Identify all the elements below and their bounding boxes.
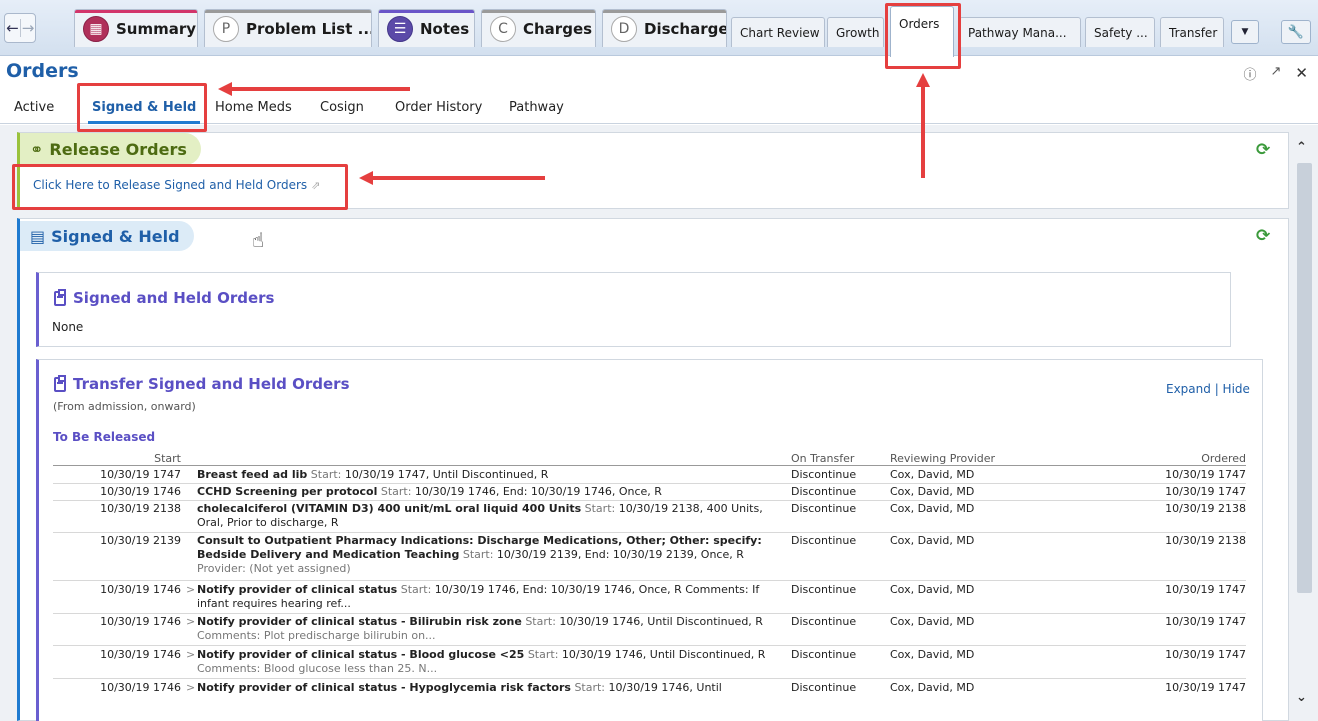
- subtab-cosign[interactable]: Cosign: [320, 100, 364, 115]
- annotation-arrow: [232, 87, 410, 91]
- tab-charges[interactable]: C Charges: [481, 9, 596, 47]
- scrollbar-thumb[interactable]: [1297, 163, 1312, 593]
- signed-held-orders-title: Signed and Held Orders: [54, 288, 274, 307]
- back-forward-button[interactable]: ← →: [4, 13, 36, 43]
- arrow-left-icon: [359, 171, 373, 185]
- problem-list-letter-icon: P: [213, 15, 239, 42]
- scroll-down-icon[interactable]: ⌄: [1296, 690, 1307, 705]
- chevron-right-icon[interactable]: >: [186, 648, 195, 662]
- refresh-icon[interactable]: ⟳: [1256, 140, 1270, 160]
- workspace-tab-bar: ← → ▦ Summary P Problem List ... ☰ Notes …: [0, 0, 1318, 57]
- col-on-transfer: On Transfer: [791, 452, 855, 465]
- tab-safety[interactable]: Safety ...: [1085, 17, 1155, 47]
- col-reviewing-provider: Reviewing Provider: [890, 452, 996, 465]
- subtab-order-history[interactable]: Order History: [395, 100, 482, 115]
- annotation-arrow: [373, 176, 545, 180]
- clipboard-icon: [54, 288, 66, 306]
- refresh-icon[interactable]: ⟳: [1256, 226, 1270, 246]
- transfer-orders-title: Transfer Signed and Held Orders: [54, 374, 350, 393]
- tab-discharge[interactable]: D Discharge: [602, 9, 727, 47]
- expand-hide-link[interactable]: Expand | Hide: [1166, 382, 1250, 396]
- close-icon[interactable]: ✕: [1295, 64, 1308, 83]
- arrow-up-icon: [916, 73, 930, 87]
- row-divider: [53, 532, 1246, 533]
- col-ordered: Ordered: [1201, 452, 1246, 465]
- forward-arrow-icon[interactable]: →: [20, 19, 35, 37]
- subtab-active[interactable]: Active: [14, 100, 54, 115]
- transfer-orders-subtitle: (From admission, onward): [53, 400, 196, 413]
- tab-orders[interactable]: Orders: [890, 6, 954, 57]
- row-divider: [53, 580, 1246, 581]
- clipboard-icon: [54, 374, 66, 392]
- row-divider: [53, 613, 1246, 614]
- tab-growth[interactable]: Growth: [827, 17, 884, 47]
- to-be-released-heading: To Be Released: [53, 430, 156, 444]
- signed-held-orders-card: [36, 272, 1231, 347]
- charges-letter-icon: C: [490, 15, 516, 42]
- signed-held-orders-value: None: [52, 320, 84, 334]
- tab-chart-review[interactable]: Chart Review: [731, 17, 825, 47]
- external-link-icon: ⇗: [311, 179, 321, 192]
- header-icons: ⓘ ↗ ✕: [1244, 64, 1309, 83]
- release-orders-title: ⚭ Release Orders: [20, 133, 201, 165]
- signed-held-title: ▤ Signed & Held: [20, 221, 194, 251]
- expand-icon[interactable]: ↗: [1271, 64, 1282, 83]
- discharge-letter-icon: D: [611, 15, 637, 42]
- tab-notes[interactable]: ☰ Notes: [378, 9, 475, 47]
- table-header-divider: [53, 465, 1246, 466]
- row-divider: [53, 645, 1246, 646]
- chevron-right-icon[interactable]: >: [186, 615, 195, 629]
- row-divider: [53, 500, 1246, 501]
- scroll-up-icon[interactable]: ⌃: [1296, 140, 1307, 155]
- help-icon[interactable]: ⓘ: [1244, 64, 1257, 83]
- activity-subtabs: Active Signed & Held Home Meds Cosign Or…: [0, 92, 1318, 124]
- document-icon: ▤: [30, 226, 46, 246]
- hand-cursor-icon: ☝: [252, 228, 265, 252]
- link-icon: ⚭: [30, 139, 44, 159]
- back-arrow-icon[interactable]: ←: [5, 19, 20, 37]
- release-orders-card: ⚭ Release Orders: [17, 132, 1289, 209]
- col-start: Start: [154, 452, 181, 465]
- row-divider: [53, 678, 1246, 679]
- subtab-signed-held[interactable]: Signed & Held: [87, 100, 201, 124]
- more-tabs-dropdown[interactable]: ▼: [1231, 20, 1259, 44]
- notes-icon: ☰: [387, 15, 413, 42]
- tab-summary[interactable]: ▦ Summary: [74, 9, 198, 47]
- annotation-arrow: [921, 86, 925, 178]
- tools-button[interactable]: 🔧: [1281, 20, 1311, 44]
- page-title: Orders: [6, 60, 79, 82]
- row-divider: [53, 483, 1246, 484]
- chevron-right-icon[interactable]: >: [186, 583, 195, 597]
- subtab-home-meds[interactable]: Home Meds: [215, 100, 292, 115]
- tab-pathway-management[interactable]: Pathway Mana...: [959, 17, 1081, 47]
- wrench-icon: 🔧: [1287, 24, 1305, 40]
- arrow-left-icon: [218, 82, 232, 96]
- tab-transfer[interactable]: Transfer: [1160, 17, 1224, 47]
- chevron-right-icon[interactable]: >: [186, 681, 195, 695]
- subtab-pathway[interactable]: Pathway: [509, 100, 564, 115]
- tab-problem-list[interactable]: P Problem List ...: [204, 9, 372, 47]
- chevron-down-icon: ▼: [1241, 27, 1249, 37]
- release-orders-link[interactable]: Click Here to Release Signed and Held Or…: [33, 178, 320, 192]
- summary-app-icon: ▦: [83, 15, 109, 42]
